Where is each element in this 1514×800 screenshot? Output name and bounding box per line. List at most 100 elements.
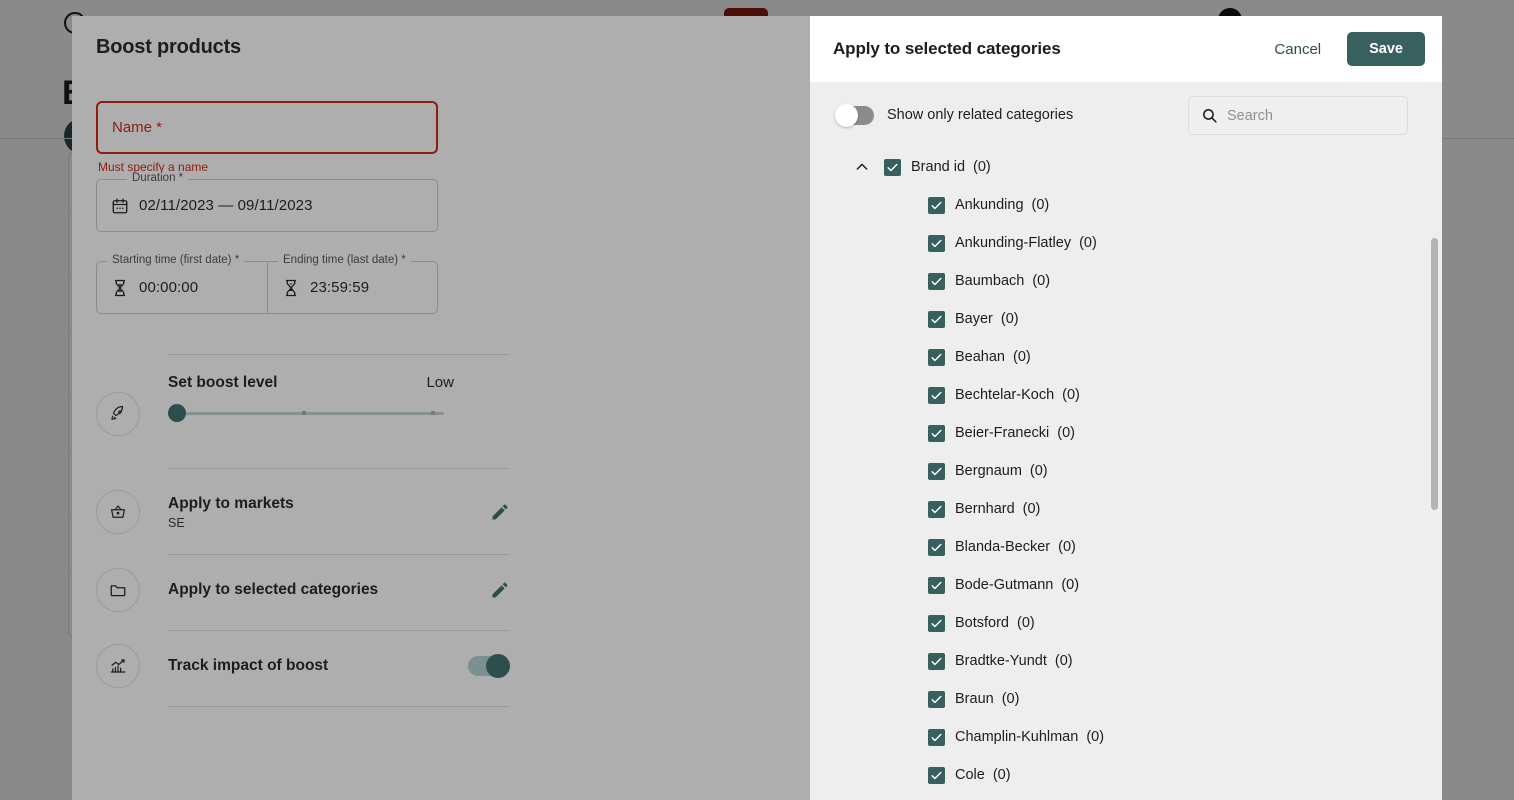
tree-node-child[interactable]: Bode-Gutmann (0) (810, 566, 1428, 604)
checkbox-checked[interactable] (928, 234, 945, 252)
tree-node-child[interactable]: Bergnaum (0) (810, 452, 1428, 490)
screen: B 0 products Please use t Boost products… (0, 0, 1514, 800)
folder-icon-wrapper (96, 568, 140, 612)
boost-level-value: Low (426, 374, 454, 391)
name-field[interactable]: Name * (96, 101, 438, 154)
checkbox-checked[interactable] (928, 348, 945, 366)
tree-node-count: (0) (1054, 653, 1073, 669)
duration-legend: Duration * (127, 172, 189, 184)
tree-node-count: (0) (1000, 311, 1019, 327)
tree-node-count: (0) (1031, 197, 1050, 213)
tree-node-child[interactable]: Beier-Franecki (0) (810, 414, 1428, 452)
search-input[interactable] (1227, 107, 1397, 124)
tree-node-child[interactable]: Botsford (0) (810, 604, 1428, 642)
checkbox-checked[interactable] (928, 424, 945, 442)
duration-field[interactable]: Duration * 02/11/2023 — 09/11/2023 (96, 172, 438, 232)
boost-level-title: Set boost level (168, 374, 278, 391)
divider (168, 554, 510, 555)
tree-node-label: Botsford (955, 615, 1009, 631)
checkbox-checked[interactable] (928, 462, 945, 480)
divider (168, 354, 510, 355)
checkbox-checked[interactable] (928, 576, 945, 594)
checkbox-checked[interactable] (928, 310, 945, 328)
apply-to-markets-title: Apply to markets (168, 494, 294, 512)
toggle-knob (835, 103, 858, 127)
categories-panel-body: Show only related categories Search Bran… (810, 82, 1442, 800)
rocket-icon (111, 405, 124, 420)
panel-scrollbar-track[interactable] (1431, 152, 1440, 800)
track-impact-title: Track impact of boost (168, 657, 329, 674)
tree-node-count: (0) (1057, 425, 1076, 441)
tree-node-count: (0) (1079, 235, 1097, 251)
tree-node-child[interactable]: Bradtke-Yundt (0) (810, 642, 1428, 680)
hourglass-icon (114, 279, 126, 296)
folder-icon (110, 585, 126, 597)
tree-node-child[interactable]: Bayer (0) (810, 300, 1428, 338)
checkbox-checked[interactable] (928, 728, 945, 746)
tree-node-count: (0) (1086, 729, 1105, 745)
tree-node-child[interactable]: Champlin-Kuhlman (0) (810, 718, 1428, 756)
checkbox-checked[interactable] (884, 158, 901, 176)
apply-to-categories-section[interactable]: Apply to selected categories (96, 568, 510, 612)
track-impact-toggle[interactable] (468, 654, 510, 678)
pencil-icon[interactable] (490, 580, 510, 600)
checkbox-checked[interactable] (928, 196, 945, 214)
save-button[interactable]: Save (1347, 32, 1425, 66)
categories-panel-header: Apply to selected categories Cancel Save (810, 16, 1442, 82)
tree-node-child[interactable]: Baumbach (0) (810, 262, 1428, 300)
checkbox-checked[interactable] (928, 652, 945, 670)
checkbox-checked[interactable] (928, 500, 945, 518)
cancel-button[interactable]: Cancel (1264, 33, 1331, 66)
basket-icon (111, 505, 125, 518)
tree-node-count: (0) (1062, 387, 1080, 403)
tree-node-label: Beier-Franecki (955, 425, 1050, 441)
tree-node-child[interactable]: Beahan (0) (810, 338, 1428, 376)
ending-time-field[interactable]: Ending time (last date) * 23:59:59 (267, 254, 438, 314)
tree-node-child[interactable]: Blanda-Becker (0) (810, 528, 1428, 566)
panel-scrollbar-thumb[interactable] (1431, 238, 1438, 510)
starting-time-field[interactable]: Starting time (first date) * 00:00:00 (96, 254, 267, 314)
checkbox-checked[interactable] (928, 690, 945, 708)
chart-trend-icon-wrapper (96, 644, 140, 688)
toggle-knob (486, 654, 510, 678)
tree-node-label: Bradtke-Yundt (955, 653, 1047, 669)
checkbox-checked[interactable] (928, 538, 945, 556)
tree-node-label: Bode-Gutmann (955, 577, 1054, 593)
tree-node-count: (0) (1001, 691, 1020, 707)
search-box[interactable] (1188, 96, 1408, 135)
tree-node-label: Blanda-Becker (955, 539, 1051, 555)
checkbox-checked[interactable] (928, 386, 945, 404)
tree-node-count: (0) (992, 767, 1011, 783)
panel-actions: Cancel Save (1264, 32, 1442, 66)
tree-node-label: Ankunding-Flatley (955, 235, 1072, 251)
track-impact-section[interactable]: Track impact of boost (96, 644, 510, 688)
name-label: Name * (112, 119, 163, 136)
checkbox-checked[interactable] (928, 766, 945, 784)
slider-tick (302, 411, 306, 415)
chevron-up-icon[interactable] (854, 159, 870, 175)
pencil-icon[interactable] (490, 502, 510, 522)
divider (168, 630, 510, 631)
tree-node-label: Ankunding (955, 197, 1024, 213)
tree-node-child[interactable]: Braun (0) (810, 680, 1428, 718)
categories-controls: Show only related categories (810, 82, 1442, 148)
tree-node-child[interactable]: Cole (0) (810, 756, 1428, 794)
tree-node-child[interactable]: Ankunding (0) (810, 186, 1428, 224)
apply-to-markets-section[interactable]: Apply to markets SE (96, 490, 510, 534)
tree-node-child[interactable]: Bernhard (0) (810, 490, 1428, 528)
boost-level-slider[interactable] (168, 404, 444, 422)
tree-node-label: Bayer (955, 311, 993, 327)
tree-node-child[interactable]: Ankunding-Flatley (0) (810, 224, 1428, 262)
hourglass-icon (285, 279, 297, 296)
tree-node-label: Braun (955, 691, 994, 707)
tree-node-label: Bergnaum (955, 463, 1022, 479)
show-related-toggle[interactable] (835, 103, 874, 127)
apply-to-categories-title: Apply to selected categories (168, 581, 379, 598)
tree-node-root[interactable]: Brand id (0) (810, 148, 1428, 186)
tree-node-child[interactable]: Bechtelar-Koch (0) (810, 376, 1428, 414)
slider-thumb[interactable] (168, 404, 186, 422)
tree-node-label: Champlin-Kuhlman (955, 729, 1079, 745)
checkbox-checked[interactable] (928, 614, 945, 632)
tree-node-count: (0) (973, 159, 991, 175)
checkbox-checked[interactable] (928, 272, 945, 290)
